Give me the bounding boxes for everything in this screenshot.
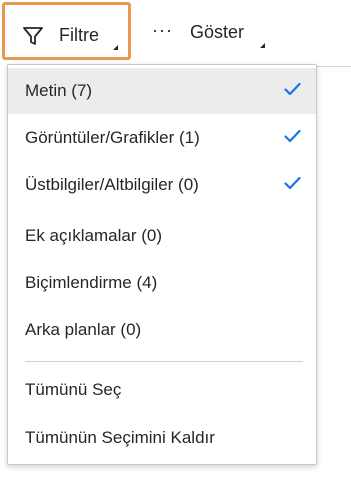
filter-button[interactable]: Filtre	[2, 2, 131, 60]
menu-item-label: Biçimlendirme (4)	[25, 273, 158, 292]
page: Filtre ··· Göster Metin (7) Görüntüler/G…	[0, 0, 351, 477]
dropdown-caret-icon	[113, 45, 118, 50]
select-all-item[interactable]: Tümünü Seç	[8, 367, 316, 413]
check-icon	[284, 176, 301, 190]
show-button[interactable]: ··· Göster	[143, 5, 273, 59]
show-button-label: Göster	[190, 22, 245, 42]
deselect-all-label: Tümünün Seçimini Kaldır	[25, 428, 215, 447]
more-dots-icon: ···	[152, 20, 173, 40]
funnel-icon	[23, 27, 43, 45]
filter-button-label: Filtre	[59, 25, 99, 45]
menu-item-label: Arka planlar (0)	[25, 320, 142, 339]
dropdown-caret-icon	[260, 43, 265, 48]
deselect-all-item[interactable]: Tümünün Seçimini Kaldır	[8, 415, 316, 461]
check-icon	[284, 82, 301, 96]
filter-dropdown-menu: Metin (7) Görüntüler/Grafikler (1) Üstbi…	[7, 64, 317, 465]
menu-item-text[interactable]: Metin (7)	[8, 68, 316, 114]
menu-item-formatting[interactable]: Biçimlendirme (4)	[8, 260, 316, 306]
check-icon	[284, 129, 301, 143]
menu-item-annotations[interactable]: Ek açıklamalar (0)	[8, 213, 316, 259]
menu-item-label: Üstbilgiler/Altbilgiler (0)	[25, 175, 199, 194]
toolbar: Filtre ··· Göster	[0, 0, 351, 67]
menu-separator	[25, 361, 303, 362]
menu-item-headers-footers[interactable]: Üstbilgiler/Altbilgiler (0)	[8, 162, 316, 208]
menu-item-label: Metin (7)	[25, 81, 93, 100]
menu-item-images-graphics[interactable]: Görüntüler/Grafikler (1)	[8, 115, 316, 161]
menu-item-backgrounds[interactable]: Arka planlar (0)	[8, 307, 316, 353]
select-all-label: Tümünü Seç	[25, 380, 122, 399]
menu-item-label: Ek açıklamalar (0)	[25, 226, 162, 245]
menu-item-label: Görüntüler/Grafikler (1)	[25, 128, 200, 147]
